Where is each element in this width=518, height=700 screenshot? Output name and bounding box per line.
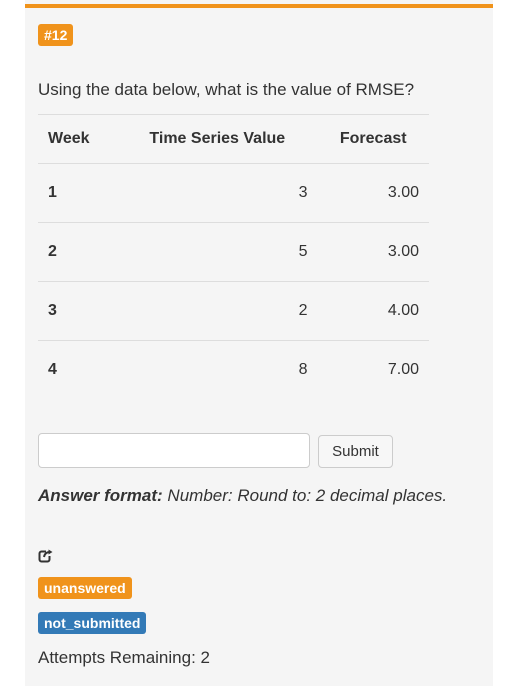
data-table: Week Time Series Value Forecast 1 3 3.00…: [38, 114, 429, 399]
table-row: 4 8 7.00: [38, 340, 429, 399]
cell-forecast: 7.00: [317, 340, 429, 399]
status-badge-not-submitted: not_submitted: [38, 612, 147, 634]
submit-button[interactable]: Submit: [318, 435, 393, 468]
header-forecast: Forecast: [317, 114, 429, 164]
question-accent-bar: [25, 4, 493, 8]
cell-time-series-value: 2: [117, 281, 318, 341]
table-row: 3 2 4.00: [38, 281, 429, 341]
answer-format-note: Answer format: Number: Round to: 2 decim…: [38, 486, 447, 506]
answer-input[interactable]: [38, 433, 310, 468]
cell-time-series-value: 3: [117, 163, 318, 223]
status-badge-unanswered: unanswered: [38, 577, 132, 599]
table-row: 2 5 3.00: [38, 222, 429, 282]
answer-format-label: Answer format:: [38, 486, 163, 505]
cell-time-series-value: 8: [117, 340, 318, 399]
header-week: Week: [38, 114, 118, 164]
attempts-remaining: Attempts Remaining: 2: [38, 648, 210, 667]
share-icon[interactable]: [38, 548, 54, 564]
cell-forecast: 3.00: [317, 163, 429, 223]
cell-week: 1: [38, 163, 118, 223]
cell-forecast: 3.00: [317, 222, 429, 282]
cell-week: 3: [38, 281, 118, 341]
table-header-row: Week Time Series Value Forecast: [38, 114, 429, 164]
question-text: Using the data below, what is the value …: [38, 80, 415, 99]
cell-forecast: 4.00: [317, 281, 429, 341]
answer-format-text: Number: Round to: 2 decimal places.: [167, 486, 448, 505]
cell-week: 4: [38, 340, 118, 399]
cell-week: 2: [38, 222, 118, 282]
cell-time-series-value: 5: [117, 222, 318, 282]
table-row: 1 3 3.00: [38, 163, 429, 223]
header-time-series-value: Time Series Value: [117, 114, 318, 164]
question-number-badge: #12: [38, 24, 74, 46]
